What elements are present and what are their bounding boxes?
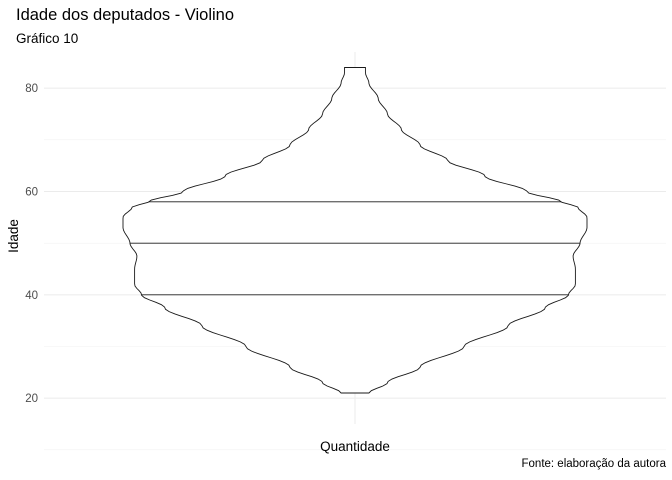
violin-shape <box>122 67 588 394</box>
violin-plot: 20 40 60 80 Quantidade Idade <box>6 52 666 454</box>
y-axis-label: Idade <box>6 219 21 253</box>
x-axis-label: Quantidade <box>320 439 390 454</box>
y-tick-label: 80 <box>25 83 38 95</box>
y-tick-label: 20 <box>25 393 38 405</box>
chart-caption: Fonte: elaboração da autora <box>521 458 667 470</box>
y-axis-ticks: 20 40 60 80 <box>25 83 38 405</box>
violin-body <box>122 67 588 394</box>
y-tick-label: 60 <box>25 187 38 199</box>
y-tick-label: 40 <box>25 290 38 302</box>
